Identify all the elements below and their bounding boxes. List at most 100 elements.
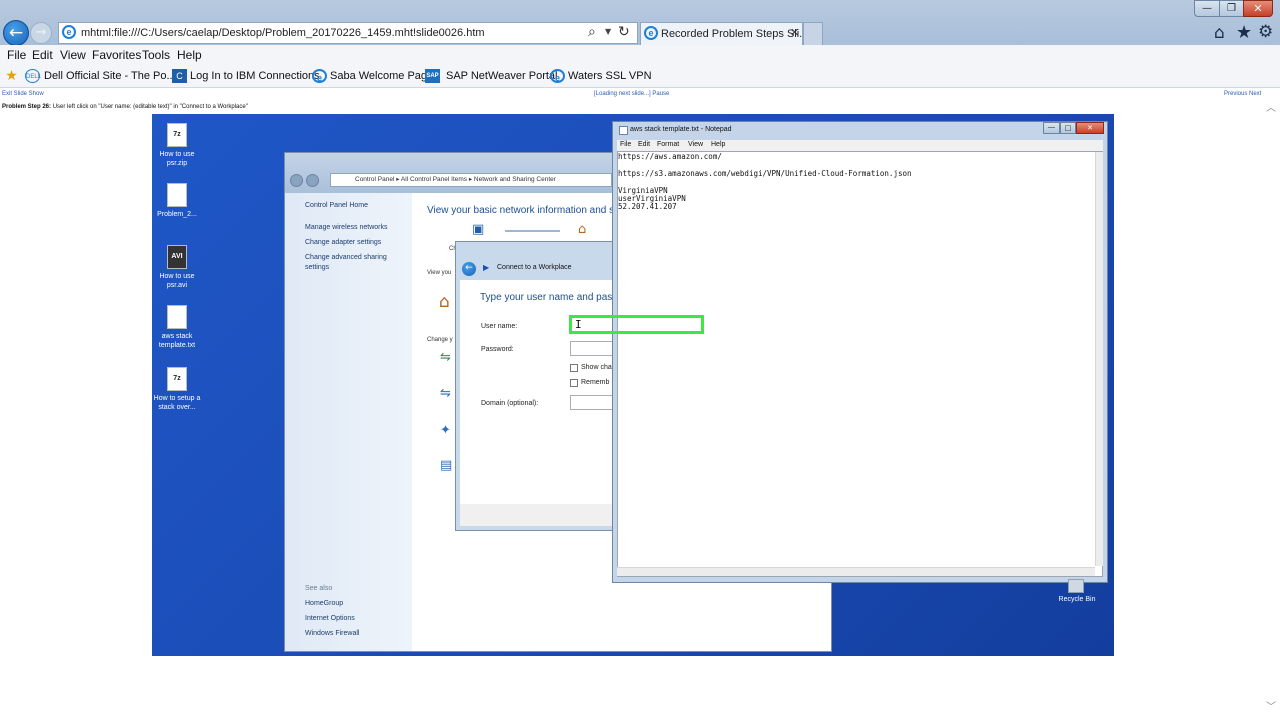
show-characters-label: Show cha [581, 364, 612, 371]
notepad-horizontal-scrollbar[interactable] [617, 567, 1095, 576]
notepad-close-button[interactable]: ✕ [1076, 122, 1104, 134]
dell-logo-icon: DELL [25, 69, 41, 83]
new-tab-button[interactable] [803, 22, 823, 45]
remember-credentials-checkbox[interactable] [570, 379, 578, 387]
click-highlight-box [569, 315, 704, 334]
ie-page-icon: e [312, 69, 327, 83]
back-arrow-icon[interactable]: ← [462, 262, 476, 276]
step-description: User left click on "User name: (editable… [52, 104, 248, 110]
notepad-menu-view[interactable]: View [688, 141, 703, 148]
computer-icon: ▣ [472, 222, 485, 237]
see-also-homegroup[interactable]: HomeGroup [305, 599, 343, 609]
sidebar-item-adapter-settings[interactable]: Change adapter settings [305, 238, 381, 248]
home-icon[interactable]: ⌂ [1214, 23, 1225, 43]
see-also-windows-firewall[interactable]: Windows Firewall [305, 629, 359, 639]
favorite-dell[interactable]: Dell Official Site - The Po... [44, 70, 176, 82]
notepad-menu-edit[interactable]: Edit [638, 141, 650, 148]
text-cursor-icon: I [575, 318, 582, 331]
notepad-vertical-scrollbar[interactable] [1095, 152, 1103, 566]
menu-file[interactable]: File [7, 48, 26, 62]
desktop-icon-label: How to use psr.zip [159, 151, 195, 167]
desktop-icon-label: aws stack template.txt [158, 333, 196, 349]
favorite-waters-ssl-vpn[interactable]: Waters SSL VPN [568, 70, 652, 82]
password-field[interactable] [570, 341, 615, 356]
home-network-icon: ⌂ [439, 292, 450, 312]
home-network-icon: ⌂ [578, 222, 587, 237]
desktop-icon-problem[interactable]: Problem_2... [152, 183, 202, 219]
notepad-line: https://s3.amazonaws.com/webdigi/VPN/Uni… [618, 169, 912, 178]
zip-file-icon: 7z [167, 123, 187, 147]
sidebar-item-control-panel-home[interactable]: Control Panel Home [305, 201, 368, 211]
back-arrow-icon[interactable] [290, 174, 303, 187]
favorite-sap-netweaver[interactable]: SAP NetWeaver Portal [446, 70, 557, 82]
chevron-down-icon[interactable]: ▼ [605, 27, 611, 36]
slide-status[interactable]: [Loading next slide...] Pause [594, 91, 669, 97]
maximize-window-button[interactable]: ❐ [1219, 0, 1244, 17]
notepad-minimize-button[interactable]: — [1043, 122, 1060, 134]
minimize-window-button[interactable]: — [1194, 0, 1220, 17]
dialog-body [460, 280, 615, 504]
menu-help[interactable]: Help [177, 48, 202, 62]
recycle-bin-icon[interactable] [1068, 579, 1084, 593]
see-also-label: See also [305, 585, 333, 592]
notepad-menu-format[interactable]: Format [657, 141, 679, 148]
change-settings-label: Change y [427, 337, 453, 343]
scroll-up-arrow-icon[interactable]: ︿ [1266, 99, 1276, 114]
address-bar[interactable]: mhtml:file:///C:/Users/caelap/Desktop/Pr… [58, 22, 638, 44]
menu-edit[interactable]: Edit [32, 48, 53, 62]
troubleshoot-icon[interactable]: ▤ [440, 458, 452, 473]
notepad-menu-help[interactable]: Help [711, 141, 725, 148]
breadcrumb-item[interactable]: Network and Sharing Center [474, 176, 556, 183]
menu-view[interactable]: View [60, 48, 86, 62]
desktop-icon-psr-avi[interactable]: AVI How to use psr.avi [152, 245, 202, 290]
favorite-saba[interactable]: Saba Welcome Page [330, 70, 433, 82]
video-file-icon: AVI [167, 245, 187, 269]
breadcrumb[interactable]: Control Panel ▸ All Control Panel Items … [330, 173, 612, 187]
username-label: User name: [481, 323, 518, 330]
forward-arrow-icon[interactable]: → [30, 22, 52, 44]
page-title: View your basic network information and … [427, 205, 615, 216]
desktop-icon-setup-stack[interactable]: 7z How to setup a stack over... [152, 367, 202, 412]
refresh-icon[interactable]: ↻ [618, 24, 630, 40]
favorites-star-icon[interactable]: ★ [4, 69, 19, 83]
notepad-menu-file[interactable]: File [620, 141, 631, 148]
breadcrumb-item[interactable]: Control Panel [355, 176, 394, 183]
show-characters-checkbox[interactable] [570, 364, 578, 372]
search-icon[interactable]: ⌕ [588, 24, 596, 40]
close-tab-icon[interactable]: ✕ [790, 26, 799, 39]
desktop-icon-aws-template[interactable]: aws stack template.txt [152, 305, 202, 350]
menu-favorites[interactable]: Favorites [92, 48, 141, 62]
desktop-icon-label: Problem_2... [157, 211, 197, 218]
desktop-icon-label: How to use psr.avi [159, 273, 195, 289]
recycle-bin-label: Recycle Bin [1058, 596, 1096, 603]
dialog-heading: Type your user name and passw [480, 292, 625, 303]
connect-network-icon[interactable]: ⇋ [440, 386, 451, 401]
sidebar-item-advanced-sharing[interactable]: Change advanced sharing settings [305, 253, 400, 273]
tab-recorded-problem-steps[interactable]: Recorded Problem Steps Sli... [640, 22, 803, 45]
back-arrow-icon[interactable]: ← [3, 20, 29, 46]
notepad-maximize-button[interactable]: □ [1060, 122, 1076, 134]
document-icon [167, 183, 187, 207]
notepad-title: aws stack template.txt - Notepad [630, 126, 732, 133]
ie-logo-icon: e [62, 25, 76, 39]
domain-field[interactable] [570, 395, 615, 410]
exit-slide-show-link[interactable]: Exit Slide Show [2, 91, 44, 97]
favorite-ibm-connections[interactable]: Log In to IBM Connections [190, 70, 320, 82]
new-connection-icon[interactable]: ⇋ [440, 350, 451, 365]
breadcrumb-item[interactable]: All Control Panel Items [401, 176, 467, 183]
forward-arrow-icon[interactable] [306, 174, 319, 187]
slide-nav-links[interactable]: Previous Next [1224, 91, 1261, 97]
favorites-star-icon[interactable]: ★ [1236, 22, 1252, 43]
ibm-connections-icon: C [172, 69, 187, 83]
homegroup-icon[interactable]: ✦ [440, 423, 451, 438]
see-also-internet-options[interactable]: Internet Options [305, 614, 355, 624]
gear-icon[interactable]: ⚙ [1258, 22, 1273, 42]
menu-tools[interactable]: Tools [142, 48, 170, 62]
desktop-icon-label: How to setup a stack over... [153, 395, 201, 411]
zip-file-icon: 7z [167, 367, 187, 391]
sidebar-item-manage-wireless[interactable]: Manage wireless networks [305, 223, 387, 233]
notepad-text-area[interactable] [617, 151, 1103, 577]
desktop-icon-psr-zip[interactable]: 7z How to use psr.zip [152, 123, 202, 168]
close-window-button[interactable]: ✕ [1243, 0, 1273, 17]
scroll-down-arrow-icon[interactable]: ﹀ [1266, 698, 1276, 713]
